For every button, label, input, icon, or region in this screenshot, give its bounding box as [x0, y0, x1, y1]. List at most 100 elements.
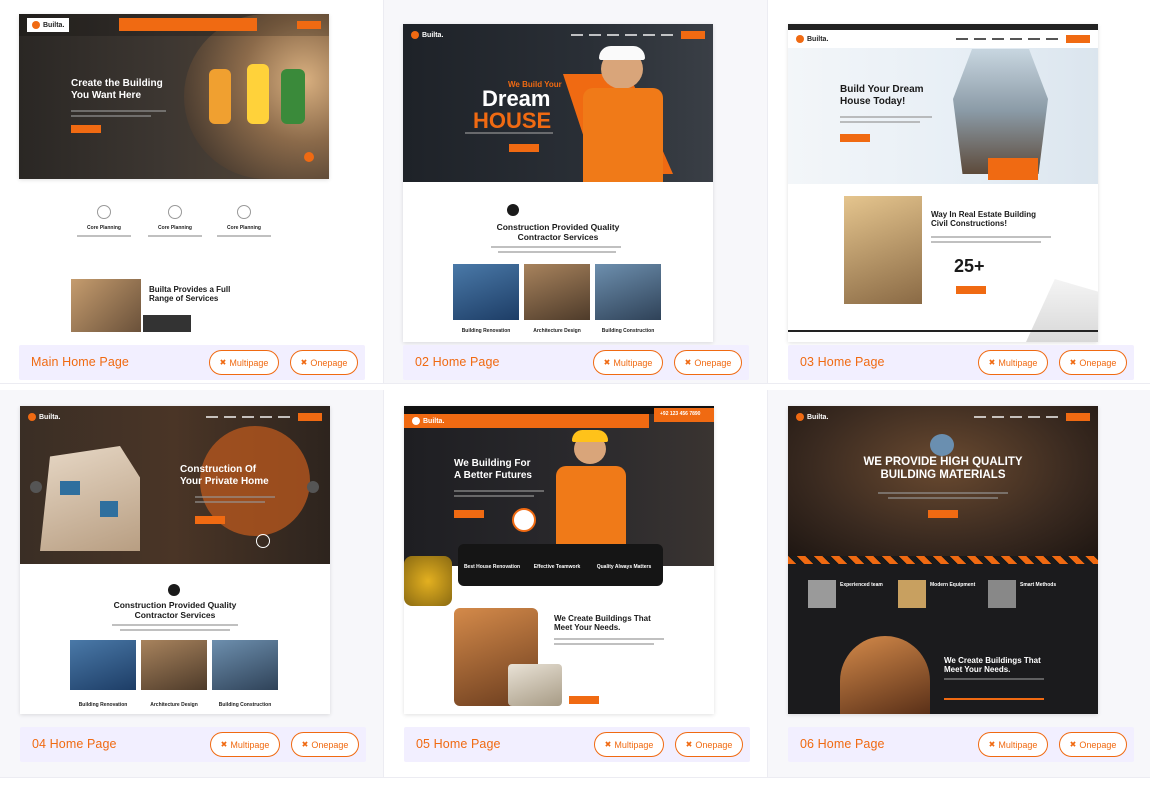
- nav-links[interactable]: [206, 416, 290, 418]
- section-title: We Create Buildings That Meet Your Needs…: [944, 656, 1041, 675]
- building-illustration: [1026, 279, 1098, 342]
- blueprint-photo: [508, 664, 562, 706]
- nav-links[interactable]: [974, 416, 1058, 418]
- demo-preview-02[interactable]: Builta. We Build Your Dream HOUSE Constr…: [403, 24, 713, 342]
- service-label: Building Construction: [601, 328, 655, 334]
- demo-footer: 05 Home Page ✖ Multipage ✖ Onepage: [404, 727, 750, 762]
- nav-links[interactable]: [571, 34, 673, 36]
- page-title[interactable]: 03 Home Page: [800, 355, 885, 369]
- feature-photo: [898, 580, 926, 608]
- worker-figure: [209, 69, 231, 124]
- site-logo[interactable]: Builta.: [796, 413, 828, 421]
- onepage-icon: ✖: [300, 358, 308, 367]
- hero-title: Build Your Dream House Today!: [840, 84, 924, 107]
- home-page-demos-grid: Builta. Create the Building You Want Her…: [0, 0, 1150, 790]
- demo-preview-03[interactable]: Builta. Build Your Dream House Today! Wa…: [788, 24, 1098, 342]
- onepage-button[interactable]: ✖ Onepage: [1059, 350, 1127, 375]
- nav-cta[interactable]: [298, 413, 322, 421]
- hero-button[interactable]: [509, 144, 539, 152]
- site-logo[interactable]: Builta.: [27, 18, 70, 32]
- worker-figure: [247, 64, 269, 124]
- nav-cta[interactable]: [297, 21, 321, 29]
- onepage-icon: ✖: [1069, 358, 1077, 367]
- about-button[interactable]: [956, 286, 986, 294]
- multipage-button[interactable]: ✖ Multipage: [594, 732, 664, 757]
- play-icon[interactable]: [256, 534, 270, 548]
- onepage-icon: ✖: [1069, 740, 1077, 749]
- about-button[interactable]: [569, 696, 599, 704]
- helmet-icon: [572, 430, 608, 442]
- page-title[interactable]: 04 Home Page: [32, 737, 117, 751]
- main-nav: Builta.: [788, 30, 1098, 48]
- site-logo[interactable]: Builta.: [28, 413, 60, 421]
- demo-preview-06[interactable]: Builta. WE PROVIDE HIGH QUALITY BUILDING…: [788, 406, 1098, 714]
- service-label: Architecture Design: [150, 702, 198, 708]
- workers-photo: [844, 196, 922, 304]
- prev-arrow-icon[interactable]: [30, 481, 42, 493]
- hero-title: Create the Building You Want Here: [71, 78, 163, 101]
- feature-bar-item: Best House Renovation: [463, 564, 521, 570]
- site-logo[interactable]: Builta.: [411, 31, 443, 39]
- next-arrow-icon[interactable]: [307, 481, 319, 493]
- onepage-button[interactable]: ✖ Onepage: [674, 350, 742, 375]
- hero-title: Construction Of Your Private Home: [180, 464, 269, 487]
- feature-photo: [988, 580, 1016, 608]
- home-icon: [507, 204, 519, 216]
- multipage-button[interactable]: ✖ Multipage: [593, 350, 663, 375]
- slider-next-icon[interactable]: [304, 152, 314, 162]
- demo-preview-05[interactable]: +92 123 456 7890 Builta. We Building For…: [404, 406, 714, 714]
- onepage-button[interactable]: ✖ Onepage: [675, 732, 743, 757]
- site-logo[interactable]: Builta.: [796, 35, 828, 43]
- service-label: Architecture Design: [533, 328, 581, 334]
- main-nav: Builta.: [404, 414, 649, 428]
- feature-label: Experienced team: [840, 582, 883, 588]
- onepage-icon: ✖: [301, 740, 309, 749]
- hero-button[interactable]: [71, 125, 101, 133]
- service-photo: [524, 264, 590, 320]
- nav-cta[interactable]: [1066, 413, 1090, 421]
- multipage-icon: ✖: [220, 740, 228, 749]
- main-nav: Builta.: [19, 14, 329, 36]
- service-photo: [141, 640, 207, 690]
- demo-card-02: Builta. We Build Your Dream HOUSE Constr…: [384, 0, 768, 384]
- hero-button[interactable]: [840, 134, 870, 142]
- feature-bar-item: Effective Teamwork: [533, 564, 581, 570]
- nav-cta[interactable]: [1066, 35, 1090, 43]
- house-3d-illustration: [40, 446, 140, 551]
- multipage-button[interactable]: ✖ Multipage: [978, 732, 1048, 757]
- hero-button[interactable]: [454, 510, 484, 518]
- demo-footer: 04 Home Page ✖ Multipage ✖ Onepage: [20, 727, 366, 762]
- demo-card-main: Builta. Create the Building You Want Her…: [0, 0, 384, 384]
- demo-preview-04[interactable]: Builta. Construction Of Your Private Hom…: [20, 406, 330, 714]
- hero-button[interactable]: [195, 516, 225, 524]
- feature-label: Core Planning: [87, 225, 121, 231]
- callout-box: [988, 158, 1038, 180]
- demo-card-03: Builta. Build Your Dream House Today! Wa…: [768, 0, 1150, 384]
- nav-links[interactable]: [956, 38, 1058, 40]
- hero-button[interactable]: [928, 510, 958, 518]
- onepage-button[interactable]: ✖ Onepage: [1059, 732, 1127, 757]
- multipage-button[interactable]: ✖ Multipage: [209, 350, 279, 375]
- site-photo: [143, 315, 191, 332]
- service-photo: [453, 264, 519, 320]
- service-photo: [212, 640, 278, 690]
- section-title: Way In Real Estate Building Civil Constr…: [931, 210, 1037, 229]
- modern-house-illustration: [953, 49, 1048, 174]
- nav-cta[interactable]: [681, 31, 705, 39]
- page-title[interactable]: 06 Home Page: [800, 737, 885, 751]
- demo-preview-main-lower: Core Planning Core Planning Core Plannin…: [19, 185, 329, 332]
- demo-preview-main[interactable]: Builta. Create the Building You Want Her…: [19, 14, 329, 179]
- multipage-button[interactable]: ✖ Multipage: [210, 732, 280, 757]
- feature-label: Modern Equipment: [930, 582, 976, 588]
- onepage-button[interactable]: ✖ Onepage: [291, 732, 359, 757]
- service-label: Building Renovation: [78, 702, 128, 708]
- site-logo[interactable]: Builta.: [412, 417, 444, 425]
- hazard-stripe: [788, 556, 1098, 564]
- page-title[interactable]: 05 Home Page: [416, 737, 501, 751]
- planning-icon: [168, 205, 182, 219]
- page-title[interactable]: 02 Home Page: [415, 355, 500, 369]
- service-label: Building Construction: [218, 702, 272, 708]
- onepage-button[interactable]: ✖ Onepage: [290, 350, 358, 375]
- multipage-button[interactable]: ✖ Multipage: [978, 350, 1048, 375]
- page-title[interactable]: Main Home Page: [31, 355, 129, 369]
